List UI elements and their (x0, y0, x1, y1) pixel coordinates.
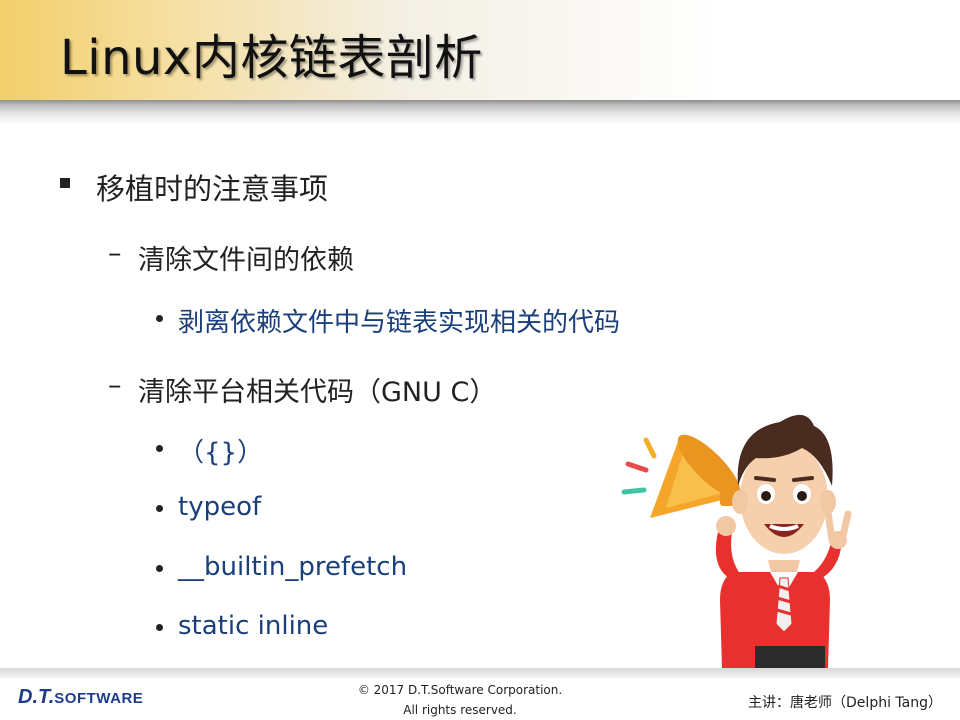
presenter-credit: 主讲：唐老师（Delphi Tang） (748, 695, 942, 711)
sound-line-icon (621, 487, 647, 495)
dot-bullet-icon (156, 624, 163, 631)
logo-software-text: SOFTWARE (54, 690, 144, 707)
copyright-notice: © 2017 D.T.Software Corporation. All rig… (330, 680, 590, 720)
outline-subitem-label: static inline (178, 611, 329, 641)
sound-line-icon (625, 461, 649, 473)
footer-divider (0, 668, 960, 678)
copyright-line: All rights reserved. (403, 703, 517, 717)
dot-bullet-icon (156, 315, 163, 322)
cartoon-man (715, 414, 852, 668)
outline-item-label: 移植时的注意事项 (96, 172, 329, 206)
dash-bullet-icon: – (108, 238, 122, 269)
outline-subitem-label: 剥离依赖文件中与链表实现相关的代码 (178, 308, 621, 338)
sound-line-icon (643, 437, 657, 459)
megaphone-man-illustration (621, 414, 852, 668)
outline-subitem-label: typeof (178, 492, 262, 522)
dot-bullet-icon (156, 565, 163, 572)
dot-bullet-icon (156, 445, 163, 452)
dot-bullet-icon (156, 505, 163, 512)
outline-subitem-label: __builtin_prefetch (178, 552, 408, 582)
outline-item-label: 清除文件间的依赖 (138, 245, 354, 276)
outline-item-label: 清除平台相关代码（GNU C） (138, 377, 497, 408)
slide-title: Linux内核链表剖析 (60, 30, 483, 86)
title-divider (0, 100, 960, 124)
dash-bullet-icon: – (108, 370, 122, 401)
copyright-line: © 2017 D.T.Software Corporation. (357, 683, 563, 697)
outline-subitem-label: （{}） (178, 438, 264, 468)
logo-dt-text: D.T. (18, 686, 55, 708)
dt-software-logo: D.T.SOFTWARE (18, 686, 143, 709)
square-bullet-icon (60, 178, 70, 188)
